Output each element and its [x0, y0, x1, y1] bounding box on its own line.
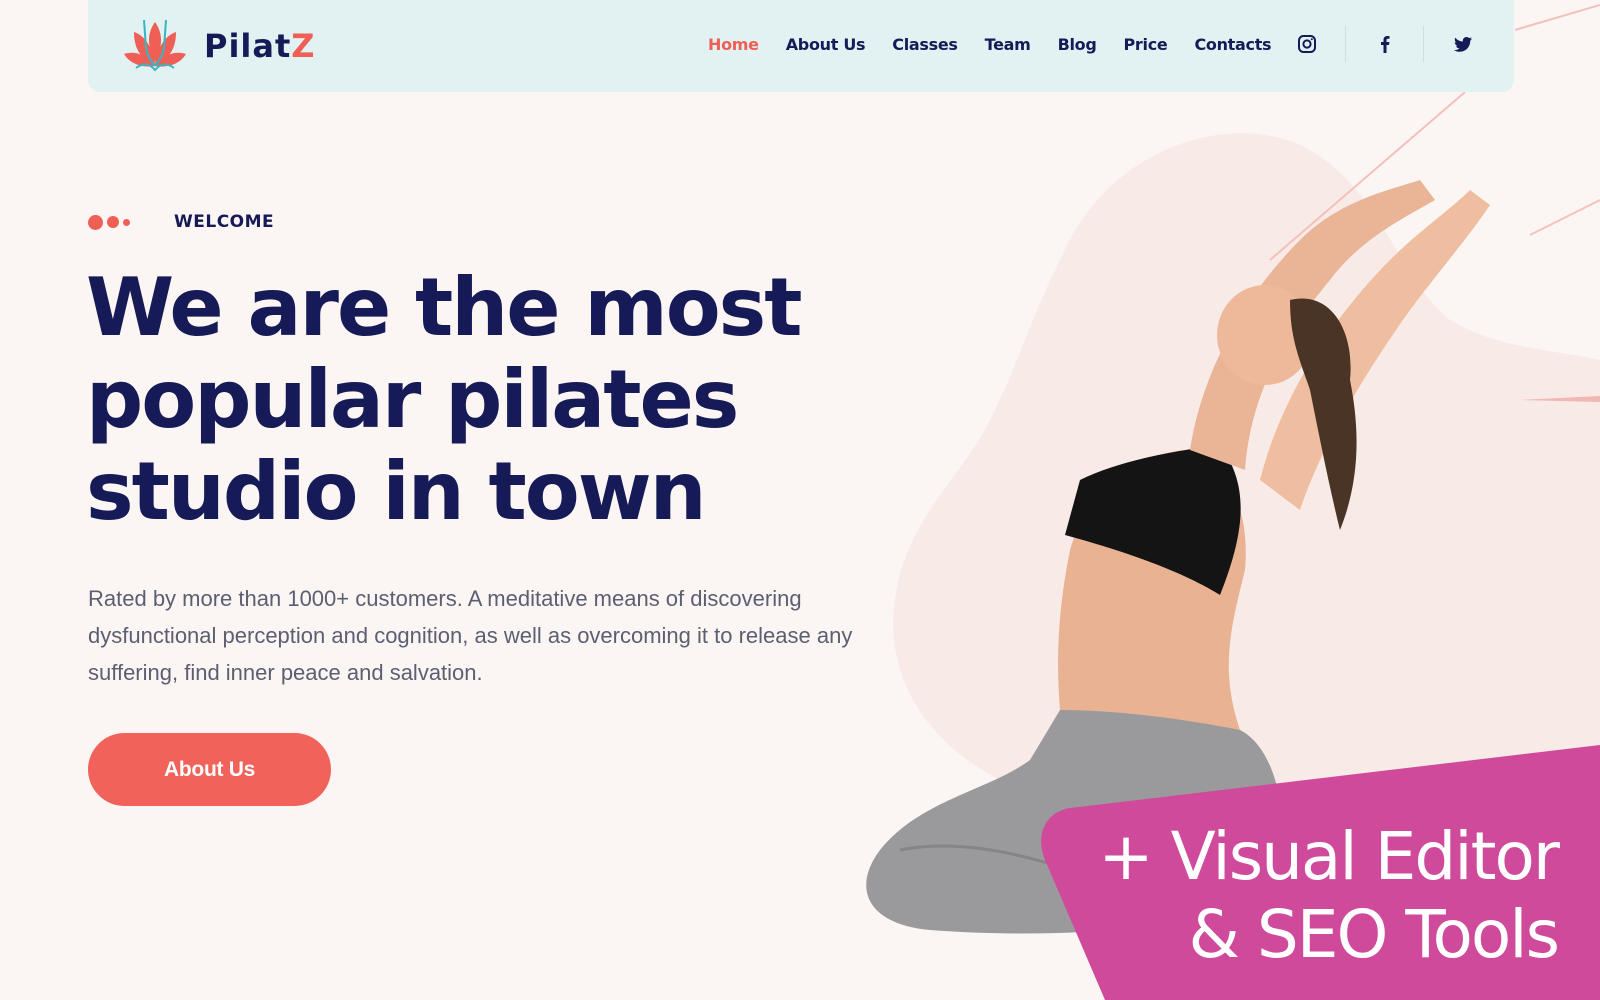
decor-streak [1514, 4, 1600, 31]
headline-line: studio in town [86, 445, 707, 538]
main-nav: Home About Us Classes Team Blog Price Co… [708, 35, 1298, 54]
hero-description: Rated by more than 1000+ customers. A me… [88, 586, 853, 685]
about-us-button[interactable]: About Us [88, 733, 331, 806]
hero-headline: We are the most popular pilates studio i… [86, 262, 886, 538]
logo[interactable]: PilatZ [122, 18, 315, 74]
nav-about-us[interactable]: About Us [786, 35, 866, 54]
nav-contacts[interactable]: Contacts [1194, 35, 1271, 54]
twitter-icon [1453, 37, 1472, 52]
brand-name: PilatZ [204, 27, 316, 65]
nav-home[interactable]: Home [708, 35, 759, 54]
dots-decoration [88, 214, 174, 230]
nav-team[interactable]: Team [985, 35, 1031, 54]
nav-blog[interactable]: Blog [1058, 35, 1097, 54]
headline-line: We are the most [86, 261, 803, 354]
instagram-icon [1297, 35, 1316, 53]
headline-line: popular pilates [86, 353, 739, 446]
nav-price[interactable]: Price [1124, 35, 1168, 54]
promo-text: + Visual Editor & SEO Tools [1098, 818, 1560, 974]
site-header: PilatZ Home About Us Classes Team Blog P… [88, 0, 1514, 92]
welcome-eyebrow: WELCOME [88, 212, 274, 232]
decor-streak [1529, 199, 1600, 236]
welcome-label: WELCOME [174, 212, 275, 232]
facebook-icon [1380, 36, 1389, 53]
twitter-link[interactable] [1424, 24, 1501, 64]
facebook-link[interactable] [1346, 24, 1423, 64]
promo-line: & SEO Tools [1188, 896, 1560, 973]
lotus-icon [124, 19, 186, 72]
social-links [1268, 24, 1501, 64]
instagram-link[interactable] [1268, 24, 1345, 64]
nav-classes[interactable]: Classes [892, 35, 958, 54]
promo-line: + Visual Editor [1098, 818, 1560, 895]
